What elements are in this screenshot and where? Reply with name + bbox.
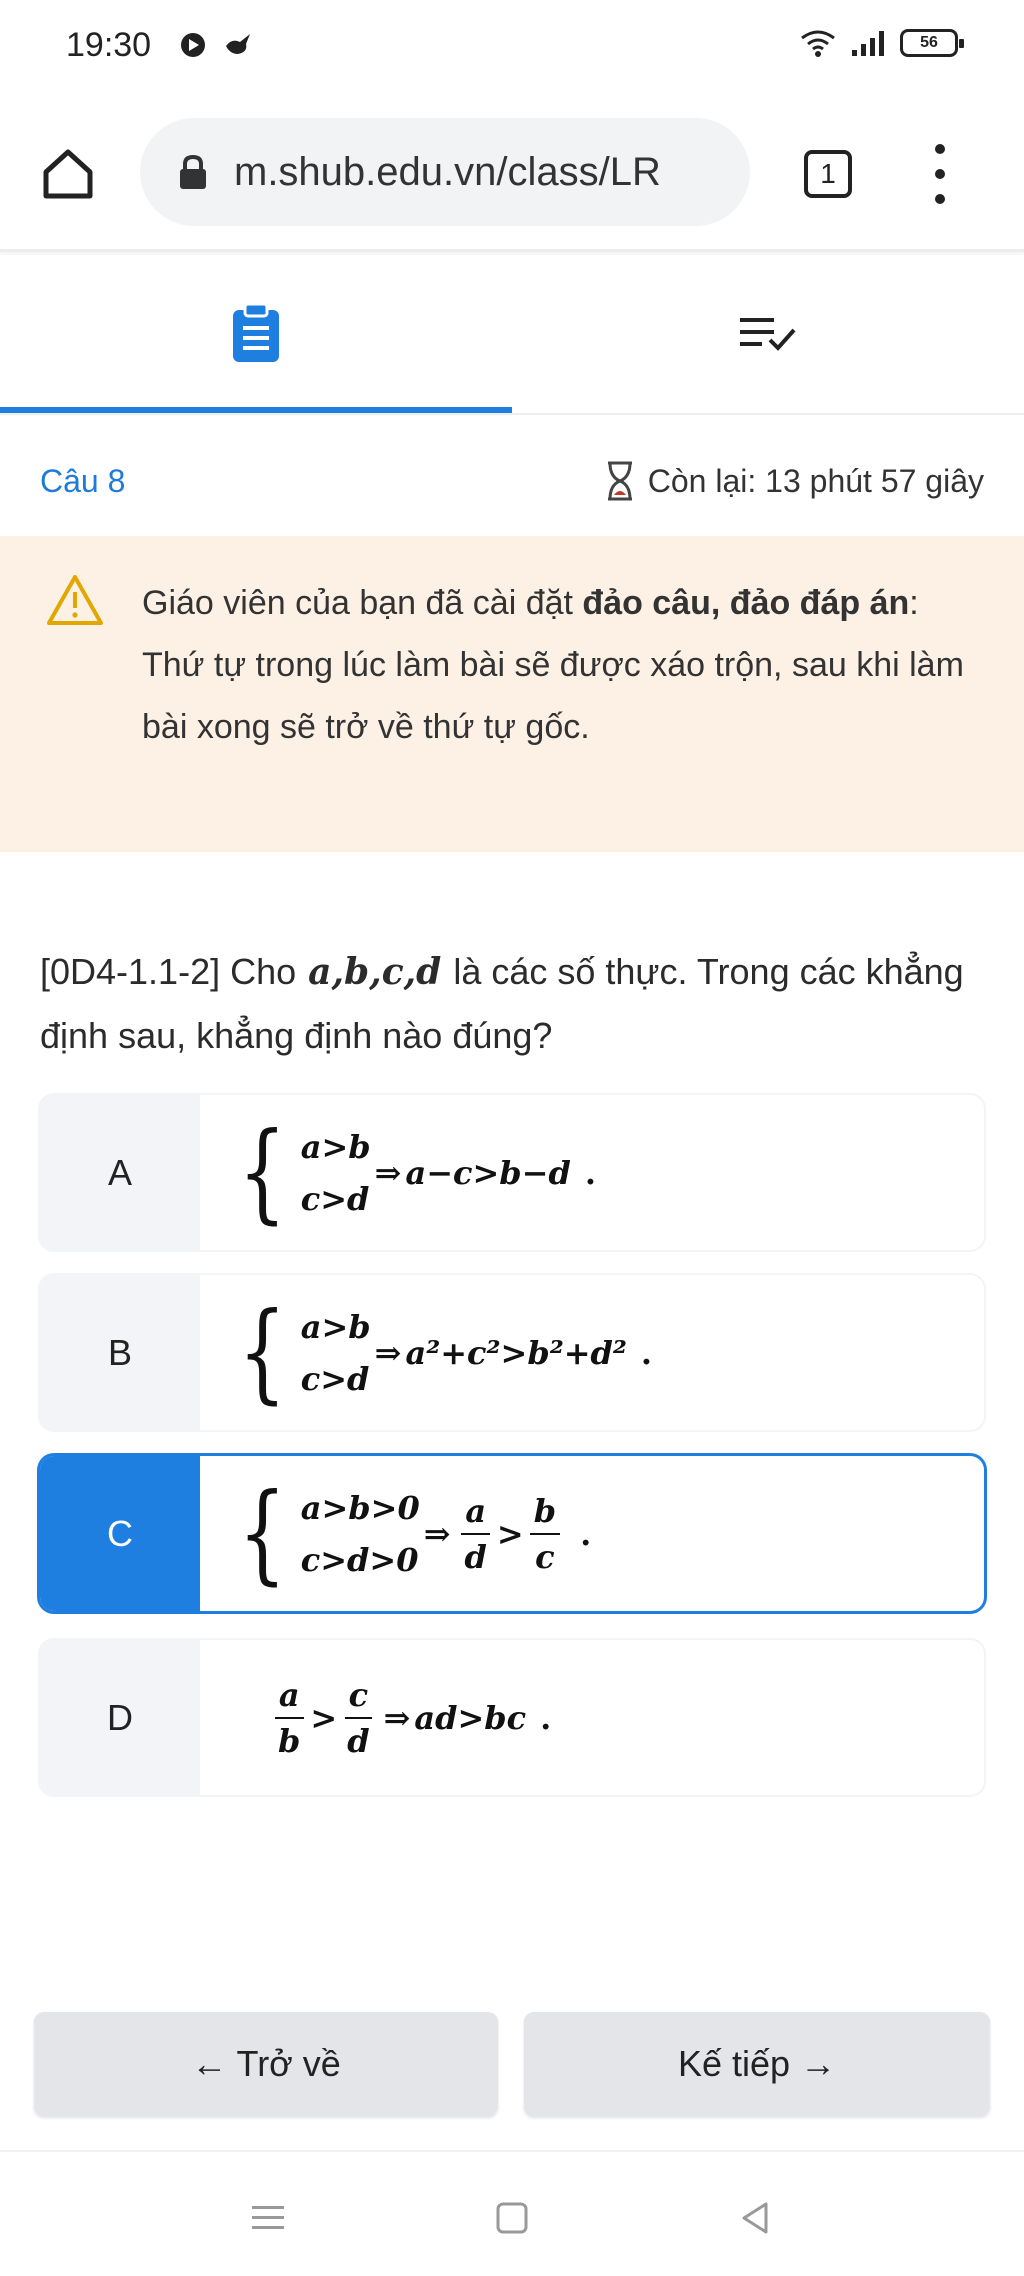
status-bar: 19:30 56 — [0, 0, 1024, 92]
option-d-formula: ab > cd ⇒ ad>bc . — [268, 1640, 551, 1795]
battery-icon: 56 — [900, 29, 964, 57]
checklist-icon — [740, 318, 796, 351]
option-a[interactable]: A { a>b c>d ⇒ a−c>b−d . — [40, 1095, 984, 1250]
question-variables: a,b,c,d — [308, 951, 442, 993]
home-square-icon[interactable] — [492, 2198, 532, 2238]
browser-menu-icon[interactable] — [930, 144, 950, 204]
clipboard-icon — [233, 304, 279, 362]
status-notification-icons — [178, 30, 256, 60]
next-button[interactable]: Kế tiếp → — [524, 2012, 990, 2116]
menu-icon[interactable] — [248, 2198, 288, 2238]
tab-switcher-button[interactable]: 1 — [804, 150, 852, 198]
option-a-formula: { a>b c>d ⇒ a−c>b−d . — [238, 1109, 596, 1235]
option-c-selected[interactable]: C { a>b>0 c>d>0 ⇒ ad > bc . — [40, 1456, 984, 1611]
tab-checklist[interactable] — [512, 255, 1024, 413]
shuffle-warning-banner: Giáo viên của bạn đã cài đặt đảo câu, đả… — [0, 536, 1024, 852]
option-letter: A — [40, 1095, 200, 1250]
question-text: [0D4-1.1-2] Cho a,b,c,d là các số thực. Tr… — [40, 951, 964, 1056]
media-icon — [181, 33, 205, 57]
home-icon[interactable] — [38, 144, 98, 204]
status-system-icons: 56 — [800, 28, 964, 58]
warning-bold-text: đảo câu, đảo đáp án — [582, 584, 910, 622]
option-letter: C — [40, 1456, 200, 1611]
lock-icon — [180, 154, 206, 189]
countdown-timer: Còn lại: 13 phút 57 giây — [606, 461, 984, 501]
active-tab-indicator — [0, 407, 512, 413]
signal-icon — [852, 31, 884, 56]
url-text: m.shub.edu.vn/class/LR — [234, 149, 661, 194]
option-b-formula: { a>b c>d ⇒ a²+c²>b²+d² . — [238, 1289, 653, 1415]
url-bar[interactable]: m.shub.edu.vn/class/LR — [140, 118, 750, 226]
wifi-icon — [801, 30, 835, 57]
tab-question[interactable] — [0, 255, 512, 413]
tab-bar — [0, 255, 1024, 415]
option-letter: D — [40, 1640, 200, 1795]
question-header: Câu 8 Còn lại: 13 phút 57 giây — [0, 430, 1024, 532]
option-d[interactable]: D ab > cd ⇒ ad>bc . — [40, 1640, 984, 1795]
bird-icon — [226, 34, 250, 54]
warning-icon — [47, 575, 103, 625]
system-nav-bar — [0, 2150, 1024, 2276]
timer-text: Còn lại: 13 phút 57 giây — [647, 462, 984, 499]
question-number: Câu 8 — [40, 462, 126, 499]
browser-toolbar: m.shub.edu.vn/class/LR 1 — [0, 92, 1024, 252]
option-b[interactable]: B { a>b c>d ⇒ a²+c²>b²+d² . — [40, 1275, 984, 1430]
warning-text: Giáo viên của bạn đã cài đặt đảo câu, đả… — [142, 584, 964, 746]
back-button[interactable]: ← Trở về — [34, 2012, 498, 2116]
status-time: 19:30 — [66, 26, 152, 64]
option-c-formula: { a>b>0 c>d>0 ⇒ ad > bc . — [238, 1470, 592, 1596]
hourglass-icon — [607, 461, 632, 501]
back-triangle-icon[interactable] — [736, 2198, 776, 2238]
option-letter: B — [40, 1275, 200, 1430]
